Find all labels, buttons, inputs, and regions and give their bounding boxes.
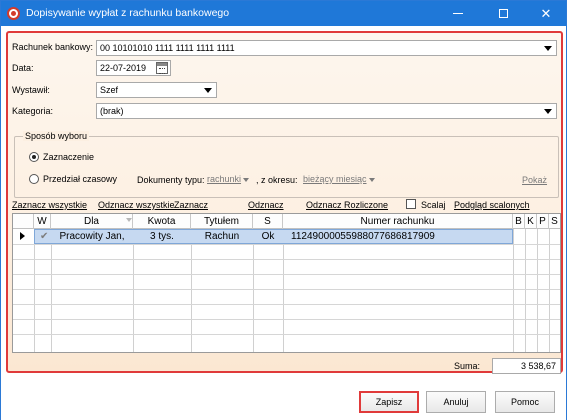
radio-time-range[interactable] bbox=[29, 174, 39, 184]
maximize-button[interactable] bbox=[484, 1, 524, 26]
doc-type-value: rachunki bbox=[207, 174, 242, 184]
sum-value: 3 538,67 bbox=[520, 361, 556, 371]
account-dropdown[interactable]: 00 10101010 1111 1111 1111 1111 bbox=[96, 40, 557, 56]
row-divider bbox=[13, 259, 560, 260]
chevron-down-icon bbox=[544, 46, 552, 51]
category-dropdown[interactable]: (brak) bbox=[96, 103, 557, 119]
radio-time-range-label[interactable]: Przedział czasowy bbox=[43, 174, 117, 184]
period-label: , z okresu: bbox=[256, 175, 298, 185]
header-indicator bbox=[13, 214, 34, 229]
chevron-down-icon bbox=[204, 88, 212, 93]
date-field[interactable]: 22-07-2019 bbox=[96, 60, 171, 76]
cell-s: Ok bbox=[261, 231, 275, 242]
header-account-number[interactable]: Numer rachunku bbox=[283, 214, 513, 229]
dialog-body: Rachunek bankowy: 00 10101010 1111 1111 … bbox=[1, 26, 566, 420]
row-divider bbox=[13, 274, 560, 275]
chevron-down-icon bbox=[243, 177, 250, 182]
checkmark-icon[interactable]: ✔ bbox=[40, 231, 48, 242]
chevron-down-icon bbox=[368, 177, 375, 182]
maximize-icon bbox=[499, 9, 508, 18]
header-w[interactable]: W bbox=[34, 214, 51, 229]
header-tytulem[interactable]: Tytułem bbox=[191, 214, 253, 229]
dialog-window: Dopisywanie wypłat z rachunku bankowego … bbox=[0, 0, 567, 420]
title-bar[interactable]: Dopisywanie wypłat z rachunku bankowego … bbox=[1, 1, 566, 26]
selection-group-title: Sposób wyboru bbox=[23, 131, 90, 141]
cell-kwota: 3 tys. bbox=[150, 231, 174, 242]
current-row-arrow-icon bbox=[20, 232, 25, 240]
radio-marked[interactable] bbox=[29, 152, 39, 162]
help-button[interactable]: Pomoc bbox=[495, 391, 555, 413]
form-area: Rachunek bankowy: 00 10101010 1111 1111 … bbox=[6, 31, 563, 374]
header-s[interactable]: S bbox=[253, 214, 283, 229]
select-link[interactable]: Zaznacz bbox=[174, 200, 208, 210]
deselect-all-link[interactable]: Odznacz wszystkie bbox=[98, 200, 175, 210]
sum-field: 3 538,67 bbox=[492, 358, 561, 374]
merged-preview-link[interactable]: Podgląd scalonych bbox=[454, 200, 530, 210]
row-divider bbox=[13, 289, 560, 290]
merge-label: Scalaj bbox=[421, 200, 446, 210]
selection-groupbox: Sposób wyboru Zaznaczenie Przedział czas… bbox=[14, 131, 559, 198]
header-k[interactable]: K bbox=[525, 214, 537, 229]
date-label: Data: bbox=[12, 63, 34, 73]
sum-label: Suma: bbox=[454, 361, 481, 371]
doc-type-dropdown[interactable]: rachunki bbox=[207, 174, 250, 184]
calendar-icon[interactable] bbox=[156, 62, 168, 74]
table-header: W Dla Kwota Tytułem S Numer rachunku B K… bbox=[13, 214, 560, 229]
deselect-settled-link[interactable]: Odznacz Rozliczone bbox=[306, 200, 388, 210]
app-logo-icon bbox=[7, 7, 20, 20]
account-label: Rachunek bankowy: bbox=[12, 42, 94, 52]
chevron-down-icon bbox=[544, 109, 552, 114]
cell-account-number: 11249000055988077686817909 bbox=[291, 231, 435, 242]
period-dropdown[interactable]: bieżący miesiąc bbox=[303, 174, 375, 184]
select-all-link[interactable]: Zaznacz wszystkie bbox=[12, 200, 87, 210]
payments-table: W Dla Kwota Tytułem S Numer rachunku B K… bbox=[12, 213, 561, 353]
table-row[interactable]: ✔ Pracowity Jan, 3 tys. Rachun Ok 112490… bbox=[13, 229, 560, 244]
issuer-label: Wystawił: bbox=[12, 85, 50, 95]
period-value: bieżący miesiąc bbox=[303, 174, 367, 184]
close-button[interactable]: ✕ bbox=[526, 1, 566, 26]
radio-marked-label[interactable]: Zaznaczenie bbox=[43, 152, 94, 162]
header-s2[interactable]: S bbox=[549, 214, 560, 229]
account-value: 00 10101010 1111 1111 1111 1111 bbox=[100, 43, 235, 53]
category-label: Kategoria: bbox=[12, 106, 54, 116]
header-b[interactable]: B bbox=[513, 214, 525, 229]
row-divider bbox=[13, 334, 560, 335]
window-title: Dopisywanie wypłat z rachunku bankowego bbox=[26, 7, 230, 19]
cancel-button[interactable]: Anuluj bbox=[426, 391, 486, 413]
close-icon: ✕ bbox=[540, 6, 552, 21]
header-p[interactable]: P bbox=[537, 214, 549, 229]
header-dla[interactable]: Dla bbox=[51, 214, 133, 229]
minimize-icon bbox=[453, 13, 463, 14]
row-divider bbox=[13, 244, 560, 245]
row-divider bbox=[13, 304, 560, 305]
save-button[interactable]: Zapisz bbox=[359, 391, 419, 413]
header-kwota[interactable]: Kwota bbox=[133, 214, 191, 229]
cell-tytulem: Rachun bbox=[204, 231, 240, 242]
row-divider bbox=[13, 319, 560, 320]
issuer-dropdown[interactable]: Szef bbox=[96, 82, 217, 98]
issuer-value: Szef bbox=[100, 85, 119, 95]
date-value: 22-07-2019 bbox=[100, 63, 147, 73]
deselect-link[interactable]: Odznacz bbox=[248, 200, 284, 210]
merge-checkbox[interactable] bbox=[406, 199, 416, 209]
cell-dla: Pracowity Jan, bbox=[59, 231, 125, 242]
show-link[interactable]: Pokaż bbox=[522, 175, 547, 185]
minimize-button[interactable] bbox=[438, 1, 478, 26]
sort-icon bbox=[126, 218, 132, 222]
category-value: (brak) bbox=[100, 106, 124, 116]
doc-type-label: Dokumenty typu: bbox=[137, 175, 205, 185]
